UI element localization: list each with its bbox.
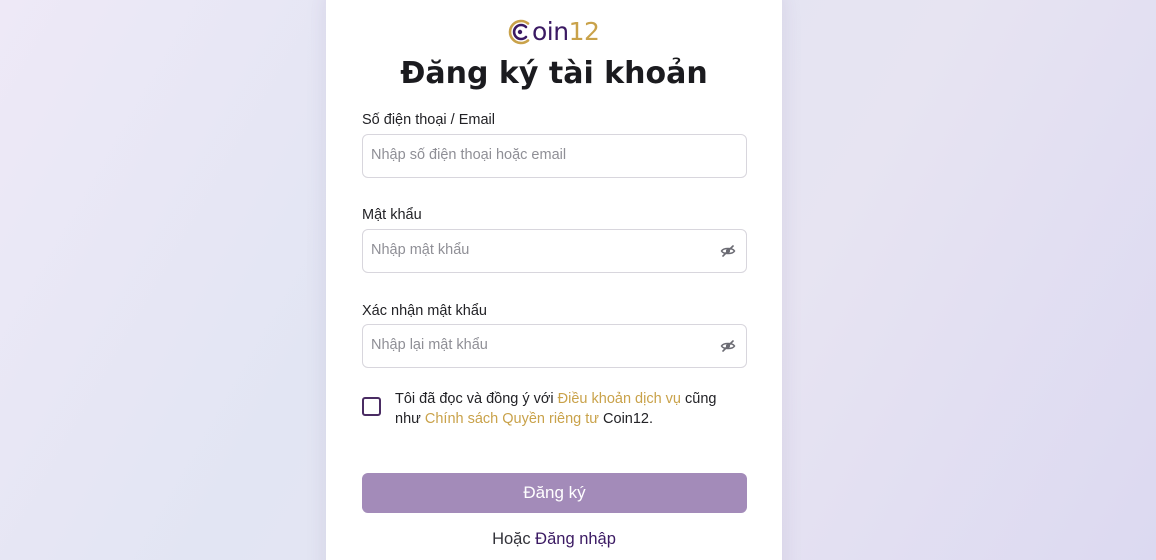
contact-input[interactable] xyxy=(363,135,701,175)
coin12-logo[interactable]: oin12 xyxy=(508,17,600,47)
password-field-wrapper xyxy=(362,229,747,273)
contact-label: Số điện thoại / Email xyxy=(362,112,495,128)
register-button[interactable]: Đăng ký xyxy=(362,473,747,513)
consent-text: Tôi đã đọc và đồng ý với Điều khoản dịch… xyxy=(395,390,735,429)
consent-text-before: Tôi đã đọc và đồng ý với xyxy=(395,391,558,407)
logo-wordmark: oin12 xyxy=(532,17,600,47)
terms-of-service-link[interactable]: Điều khoản dịch vụ xyxy=(558,391,681,407)
confirm-password-field-wrapper xyxy=(362,324,747,368)
logo-word: oin xyxy=(532,17,569,46)
or-text: Hoặc xyxy=(492,530,536,548)
login-prompt: Hoặc Đăng nhập xyxy=(326,529,782,549)
password-label: Mật khẩu xyxy=(362,207,422,223)
page-title: Đăng ký tài khoản xyxy=(400,56,708,91)
register-card: oin12 Đăng ký tài khoản Số điện thoại / … xyxy=(326,0,782,560)
eye-slash-icon[interactable] xyxy=(720,338,736,354)
login-link[interactable]: Đăng nhập xyxy=(535,530,616,548)
password-input[interactable] xyxy=(363,230,701,270)
confirm-password-input[interactable] xyxy=(363,325,701,365)
logo-number: 12 xyxy=(568,17,600,46)
eye-slash-icon[interactable] xyxy=(720,243,736,259)
terms-checkbox[interactable] xyxy=(362,397,381,416)
confirm-password-label: Xác nhận mật khẩu xyxy=(362,303,487,319)
privacy-policy-link[interactable]: Chính sách Quyền riêng tư xyxy=(425,411,599,427)
consent-text-after: Coin12. xyxy=(599,410,654,427)
coin-c-icon xyxy=(508,19,530,45)
contact-field-wrapper xyxy=(362,134,747,178)
